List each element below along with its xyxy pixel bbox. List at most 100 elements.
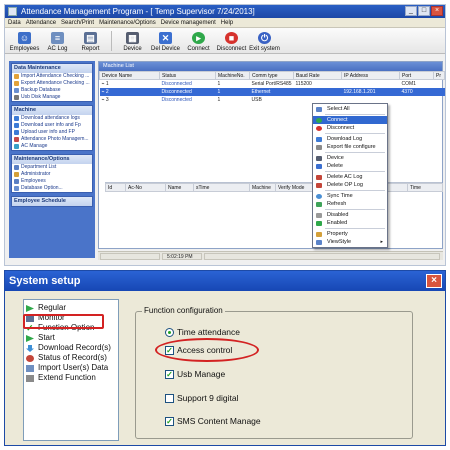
photo-icon	[14, 137, 19, 142]
menu-disabled[interactable]: Disabled	[313, 211, 387, 219]
menu-data[interactable]: Data	[8, 18, 21, 27]
menu-export-config[interactable]: Export file configure	[313, 143, 387, 151]
sms-content-manage-label: SMS Content Manage	[177, 416, 261, 426]
col-machine[interactable]: Machine	[249, 183, 276, 192]
col-baud-rate[interactable]: Baud Rate	[293, 71, 342, 80]
report-label: Report	[81, 46, 100, 52]
report-button[interactable]: ▤ Report	[75, 28, 106, 53]
tree-item-download-records[interactable]: Download Record(s)	[24, 343, 118, 353]
disconnect-button[interactable]: ■ Disconnect	[216, 28, 247, 53]
cell-pr	[434, 96, 445, 104]
menu-device-management[interactable]: Device management	[161, 18, 216, 27]
sms-content-manage-checkbox[interactable]: ✓ SMS Content Manage	[165, 416, 261, 426]
col-name[interactable]: Name	[165, 183, 194, 192]
menu-help[interactable]: Help	[221, 18, 233, 27]
exit-system-button[interactable]: ⏻ Exit system	[249, 28, 280, 53]
del-device-button[interactable]: ✕ Del Device	[150, 28, 181, 53]
sidebar-item-employees[interactable]: Employees	[12, 178, 92, 185]
time-attendance-radio[interactable]: Time attendance	[165, 327, 240, 337]
col-verify-mode[interactable]: Verify Mode	[275, 183, 316, 192]
section-header[interactable]: Machine	[12, 106, 92, 115]
employees-button[interactable]: ☺ Employees	[9, 28, 40, 53]
menu-download-log[interactable]: Download Log	[313, 135, 387, 143]
col-time[interactable]: Time	[407, 183, 443, 192]
window-titlebar: Attendance Management Program - [ Temp S…	[5, 5, 445, 18]
sidebar-item-import[interactable]: Import Attendance Checking ...	[12, 73, 92, 80]
tree-item-extend-function[interactable]: Extend Function	[24, 373, 118, 383]
col-stime[interactable]: sTime	[193, 183, 250, 192]
menu-view-style[interactable]: ViewStyle ▸	[313, 238, 387, 246]
menu-delete[interactable]: Delete	[313, 162, 387, 170]
menu-select-all[interactable]: Select All	[313, 105, 387, 113]
col-ip-address[interactable]: IP Address	[341, 71, 400, 80]
table-row[interactable]: ⌁ 1 Disconnected 1 Serial Port/RS485 115…	[100, 80, 445, 88]
sidebar-item-database-option[interactable]: Database Option...	[12, 185, 92, 192]
maximize-button[interactable]: □	[418, 6, 430, 16]
menu-separator	[325, 190, 385, 191]
connect-button[interactable]: ▸ Connect	[183, 28, 214, 53]
menu-attendance[interactable]: Attendance	[26, 18, 56, 27]
col-id[interactable]: Id	[105, 183, 126, 192]
tree-item-status-records[interactable]: Status of Record(s)	[24, 353, 118, 363]
cell-status: Disconnected	[159, 87, 216, 96]
table-row[interactable]: ⌁ 3 Disconnected 1 USB	[100, 96, 445, 104]
app-icon	[8, 7, 17, 16]
menu-property[interactable]: Property	[313, 230, 387, 238]
cell-port: COM1	[401, 80, 416, 87]
section-header[interactable]: Employee Schedule	[12, 197, 92, 206]
tree-item-regular[interactable]: Regular	[24, 303, 118, 313]
menu-connect[interactable]: Connect	[313, 116, 387, 124]
col-port[interactable]: Port	[399, 71, 434, 80]
sidebar-item-download-logs[interactable]: Download attendance logs	[12, 115, 92, 122]
support-9-digital-checkbox[interactable]: Support 9 digital	[165, 393, 238, 403]
table-header-row: Device Name Status MachineNo. Comm type …	[99, 71, 445, 80]
sidebar-item-download-user[interactable]: Download user info and Fp	[12, 122, 92, 129]
col-pr[interactable]: Pr	[433, 71, 445, 80]
sidebar-item-export[interactable]: Export Attendance Checking ...	[12, 80, 92, 87]
sidebar-item-department[interactable]: Department List	[12, 164, 92, 171]
menu-separator	[325, 133, 385, 134]
table-row-selected[interactable]: ⌁ 2 Disconnected 1 Ethernet 192.168.1.20…	[99, 87, 445, 96]
employees-icon	[14, 179, 19, 184]
tree-item-import-users[interactable]: Import User(s) Data	[24, 363, 118, 373]
menu-device[interactable]: Device	[313, 154, 387, 162]
menu-search-print[interactable]: Search/Print	[61, 18, 94, 27]
ac-log-button[interactable]: ≡ AC Log	[42, 28, 73, 53]
menu-maintenance-options[interactable]: Maintenance/Options	[99, 18, 156, 27]
sidebar-item-photo[interactable]: Attendance Photo Managem...	[12, 136, 92, 143]
sidebar-item-administrator[interactable]: Administrator	[12, 171, 92, 178]
cell-comm-type: Serial Port/RS485	[251, 80, 292, 87]
sidebar-item-backup[interactable]: Backup Database	[12, 87, 92, 94]
menu-disconnect[interactable]: Disconnect	[313, 124, 387, 132]
employees-icon: ☺	[18, 32, 31, 44]
col-comm-type[interactable]: Comm type	[249, 71, 294, 80]
del-device-label: Del Device	[150, 46, 180, 52]
col-machine-no[interactable]: MachineNo.	[215, 71, 250, 80]
menu-enabled[interactable]: Enabled	[313, 219, 387, 227]
usb-manage-label: Usb Manage	[177, 369, 226, 379]
sidebar-item-ac-manage[interactable]: AC Manage	[12, 143, 92, 150]
dialog-close-button[interactable]: ×	[426, 274, 442, 288]
sidebar-item-upload-user[interactable]: Upload user info and FP	[12, 129, 92, 136]
cell-status: Disconnected	[161, 80, 192, 87]
minimize-button[interactable]: _	[405, 6, 417, 16]
close-button[interactable]: ×	[431, 6, 443, 16]
menu-delete-op-log[interactable]: Delete OP Log	[313, 181, 387, 189]
col-ac-no[interactable]: Ac-No	[125, 183, 166, 192]
col-status[interactable]: Status	[159, 71, 216, 80]
menu-sync-time[interactable]: Sync Time	[313, 192, 387, 200]
cell-port: 4370	[399, 87, 434, 96]
menu-delete-ac-log[interactable]: Delete AC Log	[313, 173, 387, 181]
section-header[interactable]: Maintenance/Options	[12, 155, 92, 164]
usb-manage-checkbox[interactable]: ✓ Usb Manage	[165, 369, 225, 379]
sidebar-item-usb[interactable]: Usb Disk Manage	[12, 94, 92, 101]
status-bar: 5:02:19 PM	[98, 251, 443, 260]
delete-icon	[316, 163, 322, 169]
status-time: 5:02:19 PM	[162, 253, 202, 260]
toolbar-separator	[111, 31, 112, 51]
tree-item-start[interactable]: Start	[24, 333, 118, 343]
menu-refresh[interactable]: Refresh	[313, 200, 387, 208]
section-header[interactable]: Data Maintenance	[12, 64, 92, 73]
col-device-name[interactable]: Device Name	[99, 71, 160, 80]
device-button[interactable]: ▦ Device	[117, 28, 148, 53]
